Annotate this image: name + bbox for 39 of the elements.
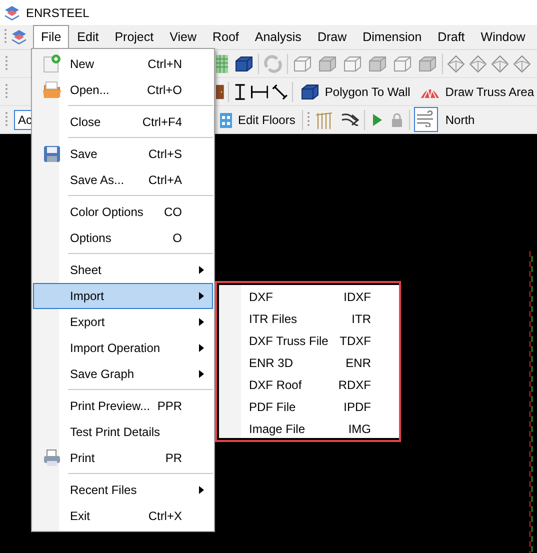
menu-item[interactable]: ENR 3D ENR <box>219 352 399 374</box>
menu-item[interactable]: ITR Files ITR <box>219 308 399 330</box>
menu-item[interactable]: Exit Ctrl+X <box>33 503 213 529</box>
submenu-item[interactable]: Save Graph <box>33 361 213 387</box>
menu-bar-item[interactable]: Dimension <box>354 25 430 49</box>
menu-bar-item[interactable]: View <box>162 25 204 49</box>
menu-item[interactable]: Color Options CO <box>33 199 213 225</box>
menu-bar-item[interactable]: Edit <box>69 25 107 49</box>
menu-bar-item[interactable]: File <box>33 25 70 49</box>
submenu-item[interactable]: Sheet <box>33 257 213 283</box>
submenu-item[interactable]: Recent Files <box>33 477 213 503</box>
menu-bar-item[interactable]: Draft <box>430 25 473 49</box>
menu-bar-item[interactable]: Window <box>472 25 534 49</box>
menu-item[interactable]: Test Print Details <box>33 419 213 445</box>
menu-bar-item[interactable]: Draw <box>309 25 355 49</box>
menu-bar-item[interactable]: Project <box>106 25 162 49</box>
menu-item[interactable]: Print Preview... PPR <box>33 393 213 419</box>
menu-item[interactable]: Close Ctrl+F4 <box>33 109 213 135</box>
edit-floors-button[interactable]: Edit Floors <box>216 110 298 128</box>
menu-item[interactable]: Open... Ctrl+O <box>33 77 213 103</box>
window-title: ENRSTEEL <box>26 6 90 20</box>
menu-bar-item[interactable]: Analysis <box>246 25 310 49</box>
menu-bar-item[interactable]: Roof <box>204 25 247 49</box>
draw-truss-area-button[interactable]: Draw Truss Area <box>417 84 537 98</box>
direction-label: North <box>444 112 476 126</box>
submenu-item[interactable]: Export <box>33 309 213 335</box>
menu-item[interactable]: PDF File IPDF <box>219 396 399 418</box>
menu-item[interactable]: DXF IDXF <box>219 286 399 308</box>
menu-item[interactable]: Image File IMG <box>219 418 399 440</box>
menu-item[interactable]: DXF Roof RDXF <box>219 374 399 396</box>
menu-item[interactable]: Save As... Ctrl+A <box>33 167 213 193</box>
menu-item[interactable]: New Ctrl+N <box>33 51 213 77</box>
menu-item[interactable]: Save Ctrl+S <box>33 141 213 167</box>
submenu-item[interactable]: Import <box>33 283 213 309</box>
menu-item[interactable]: DXF Truss File TDXF <box>219 330 399 352</box>
menu-item[interactable]: Options O <box>33 225 213 251</box>
menu-item[interactable]: Print PR <box>33 445 213 471</box>
polygon-to-wall-button[interactable]: Polygon To Wall <box>296 82 414 100</box>
submenu-item[interactable]: Import Operation <box>33 335 213 361</box>
